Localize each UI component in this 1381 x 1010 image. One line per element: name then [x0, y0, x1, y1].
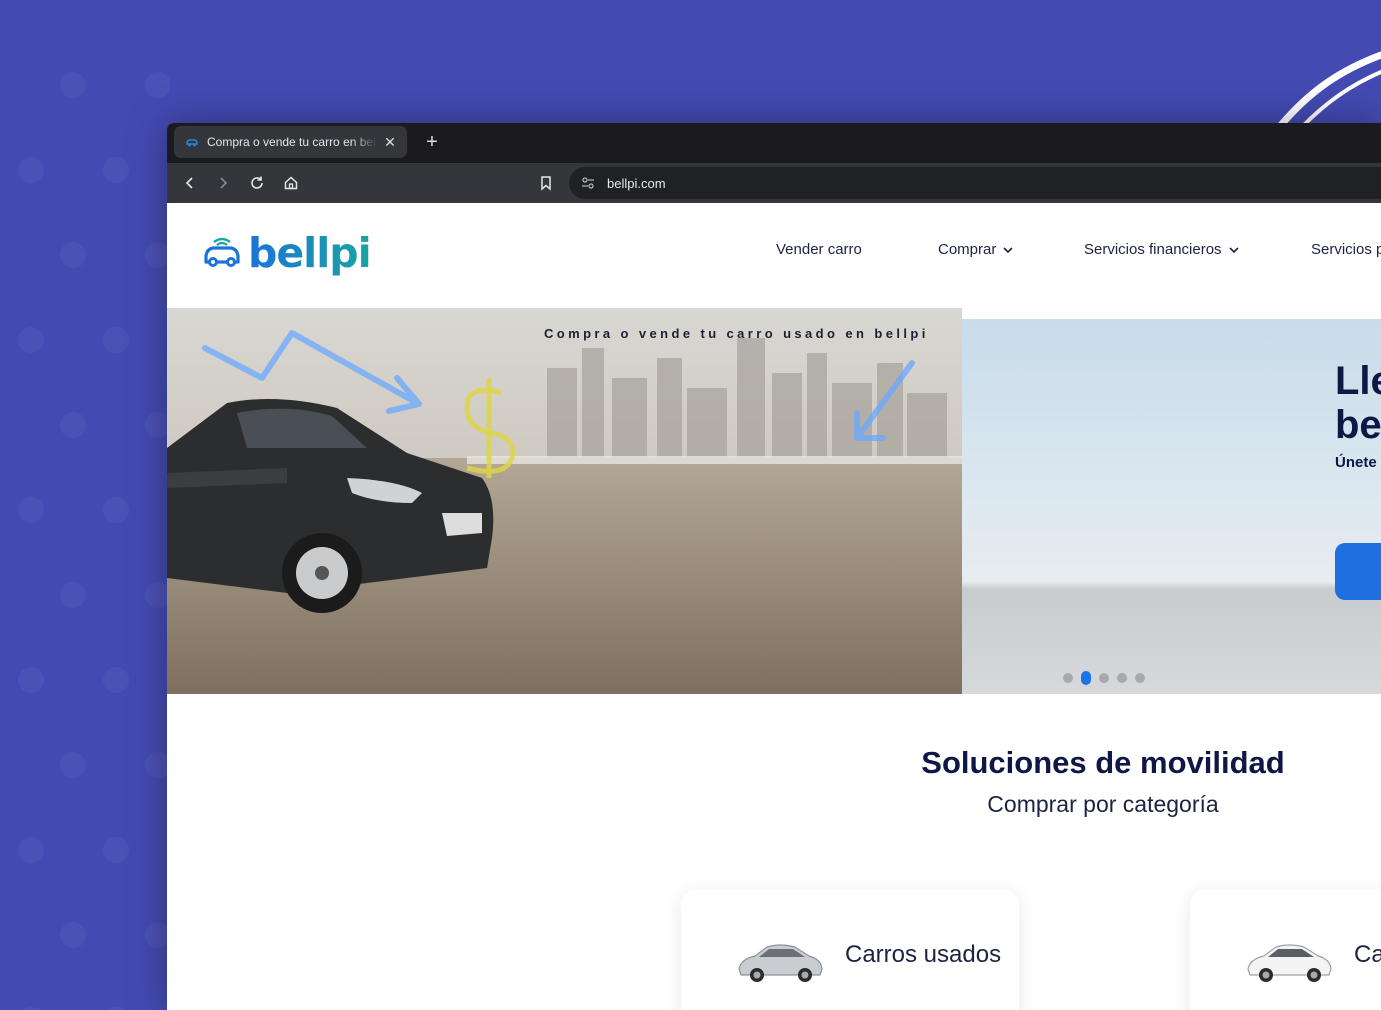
- background-dot: [145, 72, 170, 98]
- background-dot: [18, 497, 44, 523]
- nav-item-comprar[interactable]: Comprar: [938, 241, 1014, 258]
- background-dot: [60, 72, 86, 98]
- category-label: Carros usados: [845, 941, 1002, 968]
- chevron-left-icon: [185, 177, 193, 189]
- carousel-dot[interactable]: [1117, 673, 1127, 683]
- background-dot: [103, 837, 129, 863]
- logo-text: bellpi: [248, 229, 372, 277]
- section-subtitle: Comprar por categoría: [987, 791, 1219, 817]
- url-text: bellpi.com: [607, 175, 666, 191]
- new-tab-button[interactable]: +: [421, 132, 443, 154]
- promo-subtext: Únete: [1335, 454, 1377, 471]
- chevron-right-icon: [220, 177, 228, 189]
- background-dot: [18, 327, 44, 353]
- background-dot: [60, 922, 86, 948]
- car-logo-icon: [204, 237, 240, 267]
- category-card-carros-usados[interactable]: Carros usados: [681, 889, 1019, 1010]
- web-page: bellpi Vender carro Comprar Servicios fi…: [167, 203, 1381, 1010]
- browser-window: Compra o vende tu carro en bellpi ✕ + be…: [167, 123, 1381, 1010]
- background-dot: [60, 242, 86, 268]
- background-dot: [103, 667, 129, 693]
- background-dot: [60, 582, 86, 608]
- hero-slide-image[interactable]: Compra o vende tu carro usado en bellpi: [167, 308, 962, 694]
- bookmark-icon: [541, 176, 551, 191]
- car-image: [1247, 944, 1332, 982]
- category-label: Ca: [1354, 941, 1381, 968]
- promo-heading-line2: be: [1335, 403, 1381, 447]
- decorative-swoosh: [1277, 51, 1381, 130]
- carousel-dot[interactable]: [1081, 671, 1091, 685]
- address-bar[interactable]: bellpi.com: [569, 167, 1381, 199]
- nav-item-label: Servicios financieros: [1084, 241, 1222, 258]
- back-button[interactable]: [179, 172, 201, 194]
- carousel-dot[interactable]: [1099, 673, 1109, 683]
- hero-slide-promo[interactable]: Lle be Únete: [962, 319, 1381, 694]
- background-dot: [60, 412, 86, 438]
- hero-carousel: Compra o vende tu carro usado en bellpi …: [167, 308, 1381, 694]
- nav-item-label: Vender carro: [776, 241, 862, 258]
- nav-item-vender-carro[interactable]: Vender carro: [776, 241, 862, 258]
- background-dot: [18, 667, 44, 693]
- home-button[interactable]: [280, 172, 302, 194]
- hero-illustration: [167, 330, 962, 694]
- background-dot: [18, 157, 44, 183]
- reload-icon: [251, 176, 263, 189]
- promo-heading-line1: Lle: [1335, 359, 1381, 403]
- tab-bar: Compra o vende tu carro en bellpi ✕ +: [167, 123, 1381, 163]
- category-card-second[interactable]: Ca: [1190, 889, 1381, 1010]
- site-settings-icon: [582, 177, 594, 189]
- background-dot: [103, 497, 129, 523]
- background-dot: [60, 752, 86, 778]
- nav-item-servicios[interactable]: Servicios p: [1311, 241, 1381, 258]
- browser-tab[interactable]: Compra o vende tu carro en bellpi ✕: [174, 126, 407, 158]
- tab-title: Compra o vende tu carro en bellpi: [207, 135, 377, 149]
- forward-button[interactable]: [212, 172, 234, 194]
- chevron-down-icon: [1003, 246, 1013, 253]
- site-header: bellpi Vender carro Comprar Servicios fi…: [167, 203, 1381, 318]
- promo-cta-button[interactable]: [1335, 543, 1381, 600]
- nav-item-label: Comprar: [938, 241, 997, 258]
- hero-caption: Compra o vende tu carro usado en bellpi: [544, 326, 929, 341]
- bookmark-button[interactable]: [535, 172, 557, 194]
- chevron-down-icon: [1228, 246, 1239, 253]
- bellpi-favicon-icon: [186, 139, 198, 147]
- carousel-dot[interactable]: [1135, 673, 1145, 683]
- background-dot: [18, 837, 44, 863]
- bellpi-logo[interactable]: bellpi: [202, 229, 372, 277]
- nav-item-label: Servicios p: [1311, 241, 1381, 258]
- nav-item-servicios-financieros[interactable]: Servicios financieros: [1084, 241, 1240, 258]
- home-icon: [284, 176, 298, 190]
- background-pattern: [0, 0, 170, 1010]
- used-car-image: [738, 944, 823, 982]
- reload-button[interactable]: [246, 172, 268, 194]
- browser-toolbar: bellpi.com: [167, 163, 1381, 203]
- carousel-dots: [1063, 671, 1153, 685]
- close-icon[interactable]: ✕: [381, 133, 399, 151]
- section-title: Soluciones de movilidad: [921, 745, 1285, 780]
- background-dot: [103, 157, 129, 183]
- background-dot: [103, 327, 129, 353]
- carousel-dot[interactable]: [1063, 673, 1073, 683]
